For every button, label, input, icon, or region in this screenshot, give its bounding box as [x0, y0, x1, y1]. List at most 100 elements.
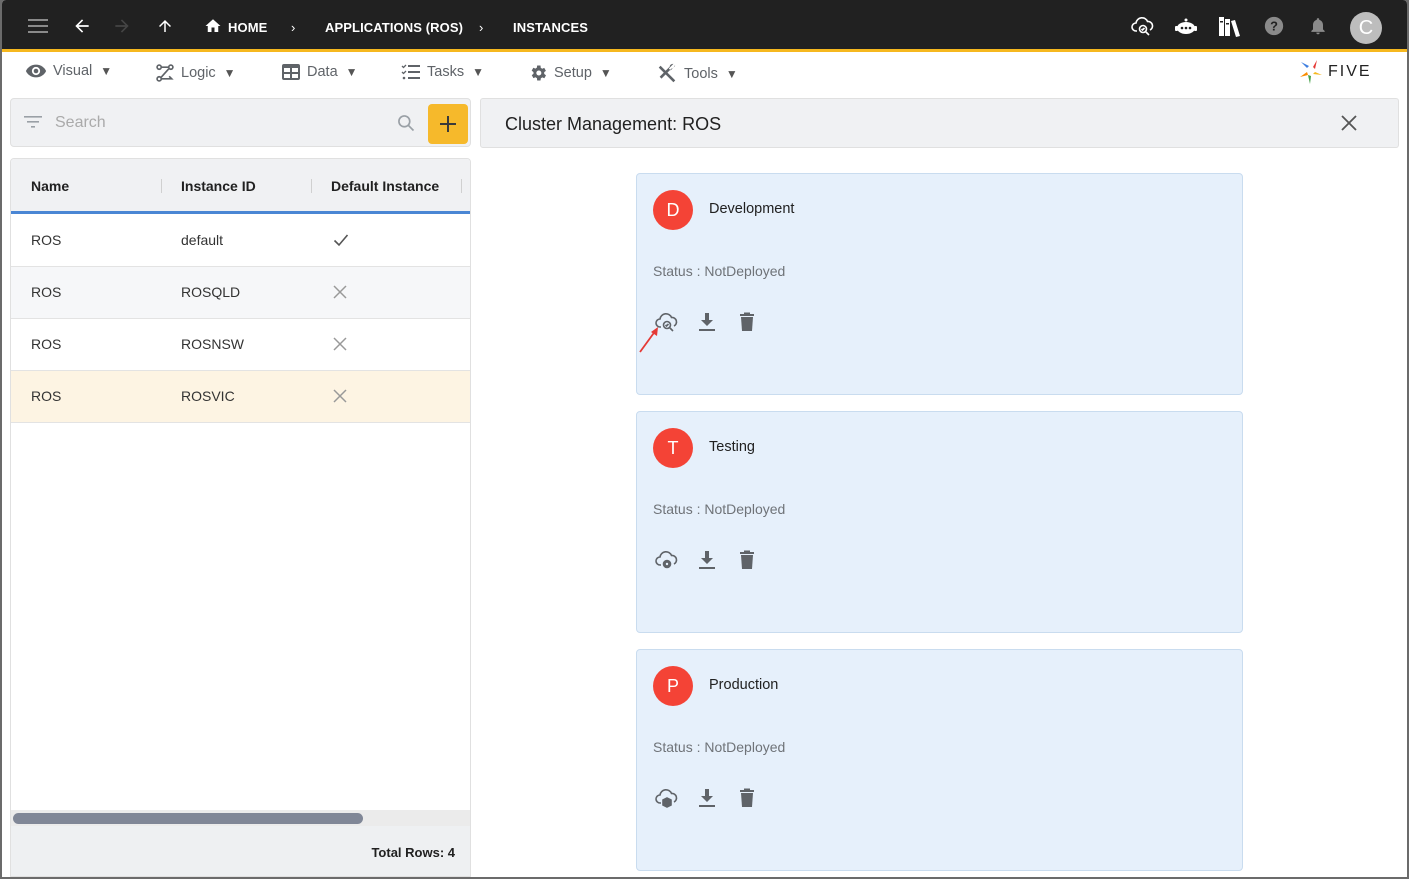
download-icon[interactable] [694, 785, 720, 811]
total-rows: Total Rows: 4 [371, 845, 455, 860]
cloud-settings-icon[interactable] [653, 547, 679, 573]
cell-name: ROS [31, 336, 62, 352]
horizontal-scrollbar[interactable] [11, 810, 470, 826]
breadcrumb-home[interactable]: HOME [228, 20, 267, 35]
instances-grid: Name Instance ID Default Instance ROS de… [10, 158, 471, 877]
chatbot-icon[interactable] [1174, 14, 1198, 38]
column-separator[interactable] [461, 179, 462, 193]
arrow-up-icon[interactable] [153, 14, 177, 38]
environment-status: Status : NotDeployed [653, 501, 786, 517]
menu-setup[interactable]: Setup ▼ [528, 63, 612, 83]
environment-avatar: T [653, 428, 693, 468]
grid-header: Name Instance ID Default Instance [11, 159, 470, 214]
cell-name: ROS [31, 388, 62, 404]
eye-icon [25, 63, 47, 79]
library-books-icon[interactable] [1218, 14, 1242, 38]
column-header-default-instance[interactable]: Default Instance [331, 178, 439, 194]
download-icon[interactable] [694, 547, 720, 573]
menu-setup-label: Setup [554, 65, 592, 81]
menu-data[interactable]: Data ▼ [281, 63, 358, 81]
filter-icon[interactable] [23, 114, 43, 135]
menu-tools[interactable]: Tools ▼ [656, 63, 738, 85]
menu-tasks-label: Tasks [427, 64, 465, 80]
environment-status: Status : NotDeployed [653, 739, 786, 755]
menu-visual-label: Visual [53, 63, 93, 79]
panel-title: Cluster Management: ROS [505, 114, 722, 134]
menu-data-label: Data [307, 64, 338, 80]
check-icon [333, 233, 349, 252]
cell-instance-id: ROSVIC [181, 388, 235, 404]
download-icon[interactable] [694, 309, 720, 335]
logic-flow-icon [155, 63, 175, 83]
cloud-search-icon[interactable] [1130, 14, 1154, 38]
user-avatar[interactable]: C [1350, 12, 1382, 44]
breadcrumb-chevron-icon: › [479, 20, 484, 35]
bell-icon[interactable] [1306, 14, 1330, 38]
cell-instance-id: default [181, 232, 224, 248]
menu-tools-label: Tools [684, 66, 718, 82]
column-separator[interactable] [311, 179, 312, 193]
cell-instance-id: ROSNSW [181, 336, 244, 352]
delete-icon[interactable] [734, 547, 760, 573]
caret-down-icon: ▼ [345, 65, 358, 79]
hamburger-icon[interactable] [26, 14, 50, 38]
cross-icon [333, 285, 347, 304]
tools-icon [656, 63, 678, 85]
caret-down-icon: ▼ [223, 66, 236, 80]
column-separator[interactable] [161, 179, 162, 193]
close-icon[interactable] [1339, 113, 1359, 138]
arrow-right-icon[interactable] [110, 14, 134, 38]
caret-down-icon: ▼ [100, 64, 113, 78]
menu-logic[interactable]: Logic ▼ [155, 63, 236, 83]
cell-name: ROS [31, 232, 62, 248]
caret-down-icon: ▼ [472, 65, 484, 79]
menu-tasks[interactable]: Tasks ▼ [401, 63, 484, 81]
caret-down-icon: ▼ [599, 66, 612, 80]
search-icon[interactable] [396, 113, 416, 138]
home-icon[interactable] [201, 14, 225, 38]
caret-down-icon: ▼ [725, 67, 738, 81]
table-row[interactable]: ROS ROSQLD [11, 267, 470, 319]
breadcrumb-applications[interactable]: APPLICATIONS (ROS) [325, 20, 463, 35]
environment-card-testing: T Testing Status : NotDeployed [636, 411, 1243, 633]
table-icon [281, 63, 301, 81]
help-icon[interactable]: ? [1262, 14, 1286, 38]
table-row-selected[interactable]: ROS ROSVIC [11, 371, 470, 423]
checklist-icon [401, 63, 421, 81]
panel-header: Cluster Management: ROS [480, 98, 1399, 148]
scrollbar-thumb[interactable] [13, 813, 363, 824]
environment-status: Status : NotDeployed [653, 263, 786, 279]
delete-icon[interactable] [734, 785, 760, 811]
breadcrumb-instances[interactable]: INSTANCES [513, 20, 588, 35]
top-bar: HOME › APPLICATIONS (ROS) › INSTANCES ? … [2, 0, 1407, 52]
breadcrumb-chevron-icon: › [291, 20, 296, 35]
environment-card-development: D Development Status : NotDeployed [636, 173, 1243, 395]
cloud-package-icon[interactable] [653, 785, 679, 811]
column-header-instance-id[interactable]: Instance ID [181, 178, 256, 194]
environment-name: Testing [709, 439, 755, 455]
five-logo: FIVE [1298, 59, 1372, 85]
menu-logic-label: Logic [181, 65, 216, 81]
environment-name: Development [709, 201, 795, 217]
search-bar [10, 98, 471, 147]
table-row[interactable]: ROS ROSNSW [11, 319, 470, 371]
annotation-arrow [639, 327, 658, 353]
add-button[interactable] [428, 104, 468, 144]
table-row[interactable]: ROS default [11, 215, 470, 267]
search-input[interactable] [55, 111, 375, 135]
gear-icon [528, 63, 548, 83]
logo-text: FIVE [1328, 63, 1372, 80]
cell-name: ROS [31, 284, 62, 300]
menu-bar: Visual ▼ Logic ▼ Data ▼ Tasks ▼ Setup ▼ … [2, 55, 1407, 91]
delete-icon[interactable] [734, 309, 760, 335]
environment-card-production: P Production Status : NotDeployed [636, 649, 1243, 871]
environment-name: Production [709, 677, 779, 693]
plus-icon [440, 116, 456, 132]
grid-footer: Total Rows: 4 [11, 826, 470, 876]
cell-instance-id: ROSQLD [181, 284, 241, 300]
column-header-name[interactable]: Name [31, 178, 69, 194]
arrow-left-icon[interactable] [70, 14, 94, 38]
app-window: HOME › APPLICATIONS (ROS) › INSTANCES ? … [2, 0, 1407, 877]
cross-icon [333, 389, 347, 408]
menu-visual[interactable]: Visual ▼ [25, 63, 112, 79]
